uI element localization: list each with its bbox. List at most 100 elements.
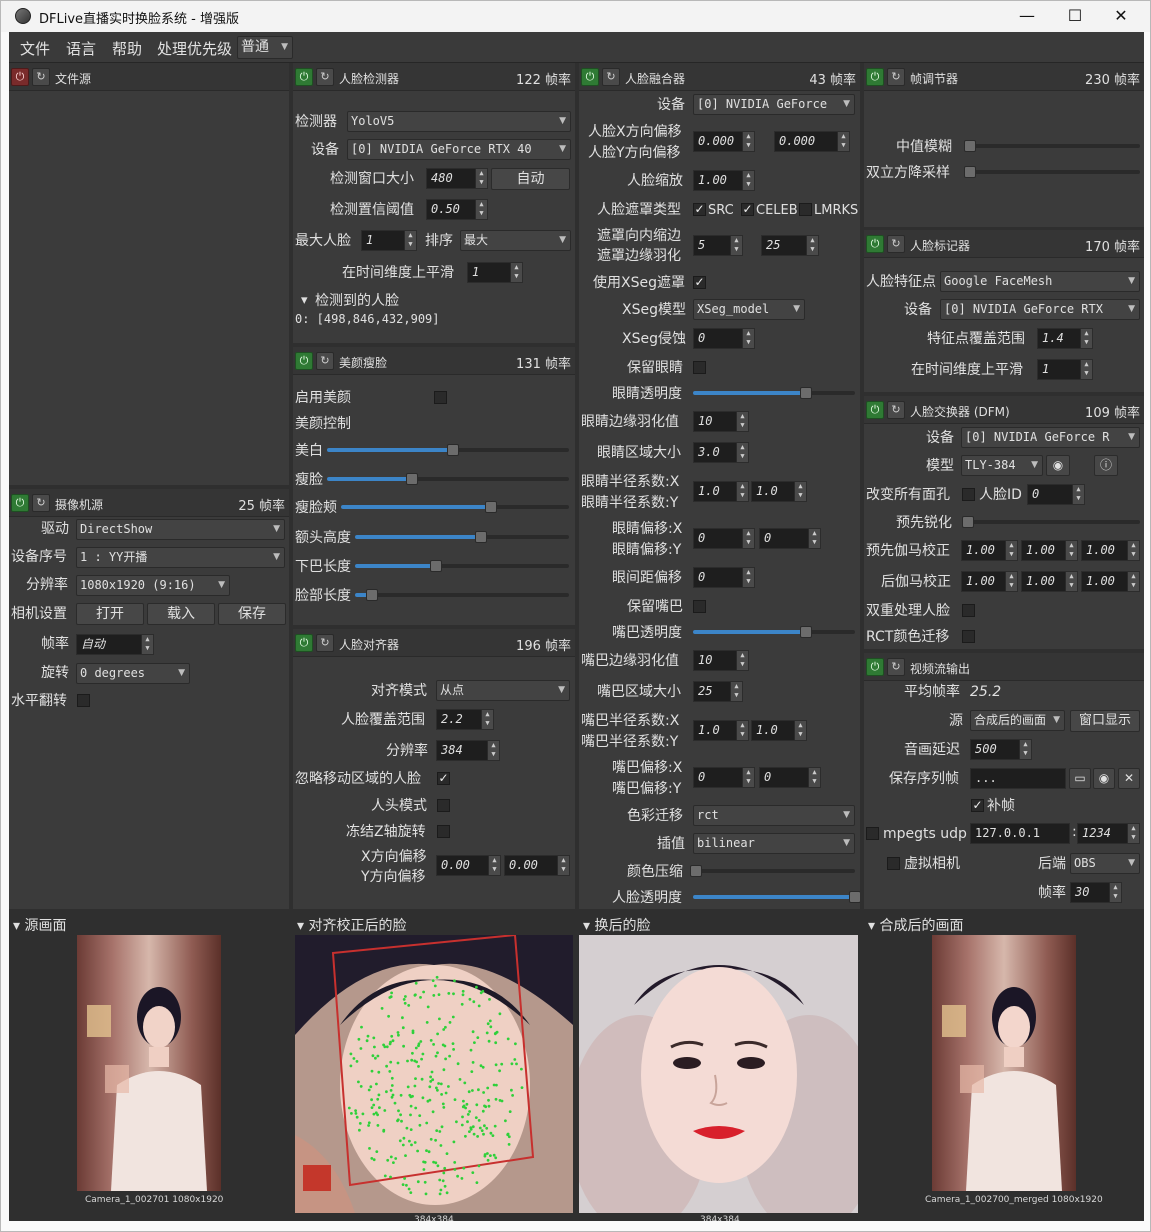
face-id-spinbox[interactable]: 0 ▲ ▼ [1027,484,1085,505]
collapse-arrow-icon[interactable]: ▾ [301,292,308,310]
eye-size-spinbox[interactable]: 3.0 ▲ ▼ [693,442,749,463]
fps-spinbox[interactable]: 30 ▲ ▼ [1070,882,1122,903]
post-gamma-r-spinbox[interactable]: 1.00 ▲ ▼ [961,571,1018,592]
power-icon[interactable]: ⏻ [11,494,29,512]
head-mode-checkbox[interactable] [437,799,450,812]
mouth-radius-x-spinbox[interactable]: 1.0 ▲ ▼ [693,720,749,741]
fps-spinbox[interactable]: 自动 ▲ ▼ [76,634,154,655]
power-icon[interactable]: ⏻ [866,68,884,86]
flip-checkbox[interactable] [77,694,90,707]
reset-icon[interactable]: ↻ [32,68,50,86]
maximize-button[interactable]: ☐ [1055,5,1095,27]
reset-icon[interactable]: ↻ [887,401,905,419]
mask-src-checkbox[interactable]: ✓ [693,203,706,216]
mouth-offset-x-spinbox[interactable]: 0 ▲ ▼ [693,767,755,788]
device-select[interactable]: [0] NVIDIA GeForce R ▼ [961,427,1140,448]
face-scale-spinbox[interactable]: 1.00 ▲ ▼ [693,170,755,191]
reset-icon[interactable]: ↻ [316,68,334,86]
menu-file[interactable]: 文件 [20,38,50,59]
mask-lmrks-checkbox[interactable] [799,203,812,216]
xseg-model-select[interactable]: XSeg_model ▼ [693,299,805,320]
window-size-spinbox[interactable]: 480 ▲ ▼ [426,168,488,189]
downsample-slider[interactable] [964,166,1140,178]
mouth-feather-spinbox[interactable]: 10 ▲ ▼ [693,650,749,671]
reset-icon[interactable]: ↻ [887,68,905,86]
y-offset-spinbox[interactable]: 0.00 ▲ ▼ [504,855,570,876]
source-view-header[interactable]: ▾ 源画面 [13,915,66,935]
device-select[interactable]: [0] NVIDIA GeForce ▼ [693,94,855,115]
power-icon[interactable]: ⏻ [866,658,884,676]
udp-checkbox[interactable] [866,827,879,840]
folder-icon[interactable]: ▭ [1069,768,1091,789]
keep-eyes-checkbox[interactable] [693,361,706,374]
fill-frames-checkbox[interactable]: ✓ [971,799,984,812]
threshold-spinbox[interactable]: 0.50 ▲ ▼ [426,199,488,220]
minimize-button[interactable]: — [1007,5,1047,27]
face-x-offset-spinbox[interactable]: 0.000 ▲ ▼ [693,131,755,152]
pre-gamma-b-spinbox[interactable]: 1.00 ▲ ▼ [1081,540,1140,561]
post-gamma-g-spinbox[interactable]: 1.00 ▲ ▼ [1021,571,1078,592]
swapped-view-header[interactable]: ▾ 换后的脸 [583,915,650,935]
sort-select[interactable]: 最大 ▼ [460,230,571,251]
close-button[interactable]: ✕ [1101,5,1141,27]
smooth-spinbox[interactable]: 1 ▲ ▼ [467,262,523,283]
source-select[interactable]: 合成后的画面 ▼ [970,710,1065,731]
power-icon[interactable]: ⏻ [11,68,29,86]
power-icon[interactable]: ⏻ [866,235,884,253]
post-gamma-b-spinbox[interactable]: 1.00 ▲ ▼ [1081,571,1140,592]
face-y-offset-spinbox[interactable]: 0.000 ▲ ▼ [774,131,850,152]
reset-icon[interactable]: ↻ [316,634,334,652]
priority-select[interactable]: 普通 ▼ [237,36,293,59]
change-all-faces-checkbox[interactable] [962,488,975,501]
x-offset-spinbox[interactable]: 0.00 ▲ ▼ [436,855,501,876]
max-faces-spinbox[interactable]: 1 ▲ ▼ [361,230,417,251]
udp-ip-field[interactable]: 127.0.0.1 [970,823,1070,844]
slim-face-slider[interactable] [327,473,569,485]
eye-icon[interactable]: ◉ [1046,455,1070,476]
backend-select[interactable]: OBS ▼ [1070,853,1140,874]
model-select[interactable]: TLY-384 ▼ [961,455,1043,476]
smooth-spinbox[interactable]: 1 ▲ ▼ [1037,359,1093,380]
power-icon[interactable]: ⏻ [295,352,313,370]
auto-button[interactable]: 自动 [491,168,570,190]
resolution-spinbox[interactable]: 384 ▲ ▼ [436,740,500,761]
eye-opacity-slider[interactable] [693,387,855,399]
eye-radius-x-spinbox[interactable]: 1.0 ▲ ▼ [693,481,749,502]
info-icon[interactable]: ⓘ [1094,455,1118,476]
align-mode-select[interactable]: 从点 ▼ [436,680,570,701]
device-select[interactable]: [0] NVIDIA GeForce RTX 40 ▼ [347,139,571,160]
landmark-range-spinbox[interactable]: 1.4 ▲ ▼ [1037,328,1093,349]
median-blur-slider[interactable] [964,140,1140,152]
reset-icon[interactable]: ↻ [887,235,905,253]
load-button[interactable]: 载入 [147,603,215,625]
rotate-select[interactable]: 0 degrees ▼ [76,663,190,684]
color-compress-slider[interactable] [690,865,855,877]
pre-gamma-r-spinbox[interactable]: 1.00 ▲ ▼ [961,540,1018,561]
eye-offset-x-spinbox[interactable]: 0 ▲ ▼ [693,528,755,549]
chin-slider[interactable] [355,560,569,572]
save-path-field[interactable]: ... [970,768,1066,789]
eye-icon[interactable]: ◉ [1093,768,1115,789]
reset-icon[interactable]: ↻ [602,68,620,86]
mask-celeb-checkbox[interactable]: ✓ [741,203,754,216]
detector-select[interactable]: YoloV5 ▼ [347,111,571,132]
mouth-size-spinbox[interactable]: 25 ▲ ▼ [693,681,743,702]
power-icon[interactable]: ⏻ [295,634,313,652]
keep-mouth-checkbox[interactable] [693,600,706,613]
driver-select[interactable]: DirectShow ▼ [76,519,285,540]
power-icon[interactable]: ⏻ [295,68,313,86]
freeze-z-checkbox[interactable] [437,825,450,838]
xseg-erode-spinbox[interactable]: 0 ▲ ▼ [693,328,755,349]
enable-beauty-checkbox[interactable] [434,391,447,404]
landmark-model-select[interactable]: Google FaceMesh ▼ [940,271,1140,292]
eye-feather-spinbox[interactable]: 10 ▲ ▼ [693,411,749,432]
color-transfer-select[interactable]: rct ▼ [693,805,855,826]
reset-icon[interactable]: ↻ [887,658,905,676]
eye-offset-y-spinbox[interactable]: 0 ▲ ▼ [759,528,821,549]
use-xseg-checkbox[interactable]: ✓ [693,276,706,289]
clear-icon[interactable]: ✕ [1118,768,1140,789]
resolution-select[interactable]: 1080x1920 (9:16) ▼ [76,575,230,596]
udp-port-spinbox[interactable]: 1234 ▲ ▼ [1077,823,1140,844]
aligned-view-header[interactable]: ▾ 对齐校正后的脸 [297,915,406,935]
double-process-checkbox[interactable] [962,604,975,617]
